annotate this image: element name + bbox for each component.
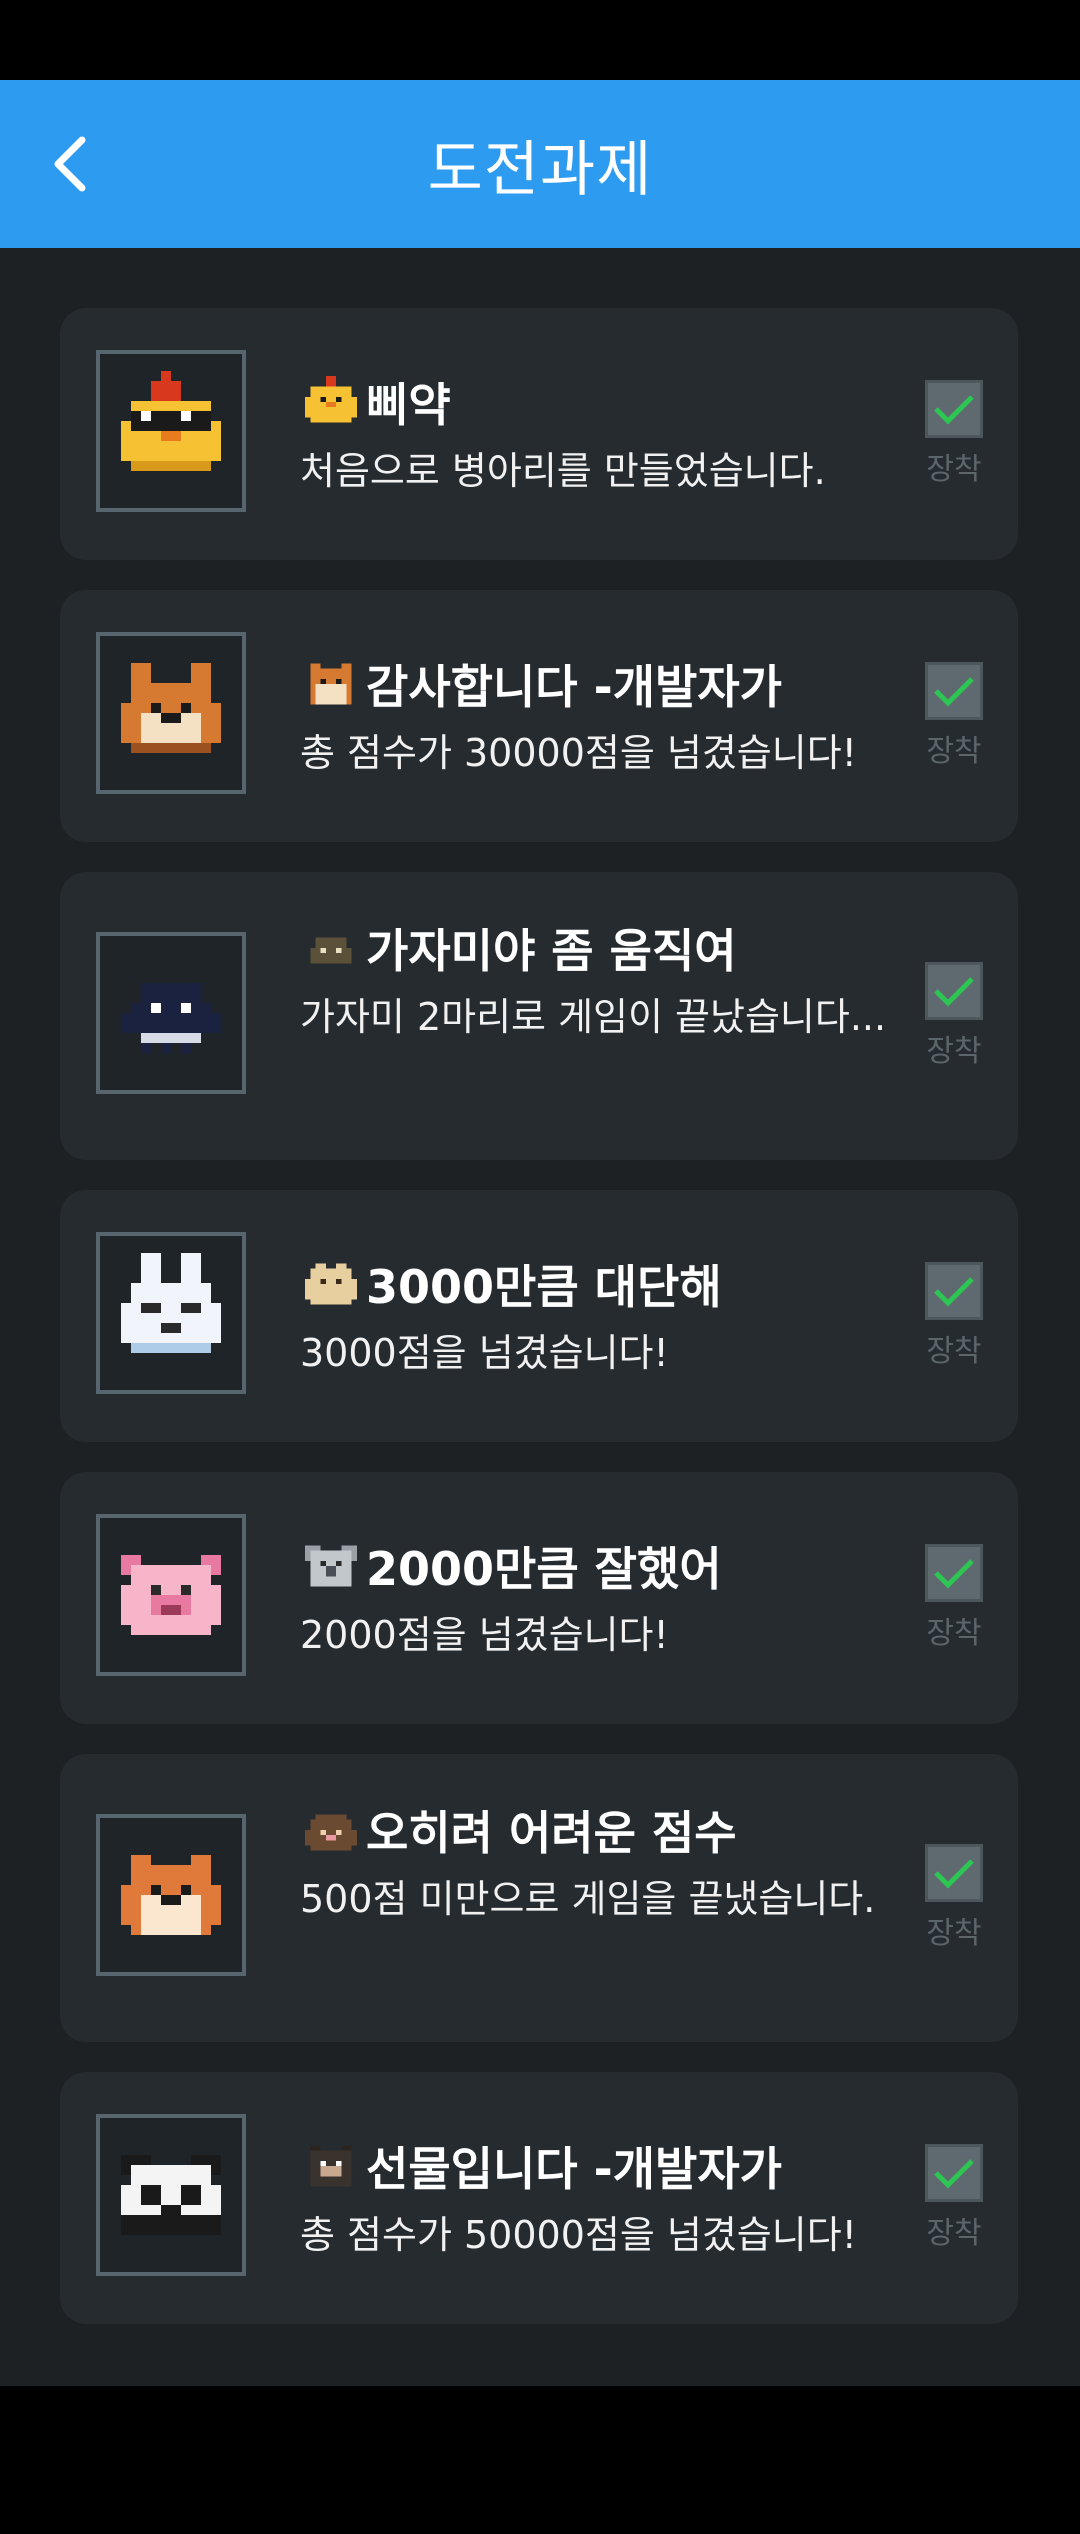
mole-icon bbox=[305, 1814, 357, 1851]
chick-icon bbox=[305, 376, 357, 423]
check-icon bbox=[934, 1859, 974, 1889]
achievement-title: 오히려 어려운 점수 bbox=[366, 1806, 737, 1860]
equip-checkbox[interactable] bbox=[925, 1844, 983, 1902]
equip-toggle[interactable]: 장착 bbox=[922, 1262, 986, 1370]
check-icon bbox=[934, 677, 974, 707]
equip-toggle[interactable]: 장착 bbox=[922, 1844, 986, 1952]
achievement-title: 2000만큼 잘했어 bbox=[366, 1542, 722, 1596]
equip-checkbox[interactable] bbox=[925, 380, 983, 438]
achievement-description: 2000점을 넘겼습니다! bbox=[300, 1613, 669, 1657]
check-icon bbox=[934, 395, 974, 425]
koala-icon bbox=[305, 1545, 357, 1587]
equip-toggle[interactable]: 장착 bbox=[922, 1544, 986, 1652]
equip-checkbox[interactable] bbox=[925, 962, 983, 1020]
equip-toggle[interactable]: 장착 bbox=[922, 662, 986, 770]
equip-label: 장착 bbox=[926, 734, 982, 769]
achievement-description: 가자미 2마리로 게임이 끝났습니다... bbox=[300, 995, 887, 1039]
achievement-description: 총 점수가 50000점을 넘겼습니다! bbox=[300, 2213, 857, 2257]
status-bar bbox=[0, 0, 1080, 80]
achievement-avatar bbox=[96, 1814, 246, 1976]
achievement-description: 처음으로 병아리를 만들었습니다. bbox=[300, 449, 826, 493]
page-title: 도전과제 bbox=[427, 134, 653, 205]
check-icon bbox=[934, 1559, 974, 1589]
equip-label: 장착 bbox=[926, 1034, 982, 1069]
shiba-dog-icon bbox=[310, 663, 352, 705]
equip-label: 장착 bbox=[926, 2216, 982, 2251]
check-icon bbox=[934, 2159, 974, 2189]
panda-icon bbox=[121, 2155, 221, 2235]
rabbit-icon bbox=[121, 1253, 221, 1353]
equip-label: 장착 bbox=[926, 1616, 982, 1651]
achievement-list: 삐약 처음으로 병아리를 만들었습니다. 장착 감사합니다 -개발자가 총 점수… bbox=[0, 248, 1080, 2386]
achievement-card[interactable]: 삐약 처음으로 병아리를 만들었습니다. 장착 bbox=[60, 308, 1018, 560]
equip-checkbox[interactable] bbox=[925, 2144, 983, 2202]
bear-icon bbox=[310, 2145, 352, 2187]
achievement-avatar bbox=[96, 1232, 246, 1394]
equip-toggle[interactable]: 장착 bbox=[922, 962, 986, 1070]
equip-label: 장착 bbox=[926, 1334, 982, 1369]
check-icon bbox=[934, 977, 974, 1007]
achievement-avatar bbox=[96, 2114, 246, 2276]
achievement-card[interactable]: 선물입니다 -개발자가 총 점수가 50000점을 넘겼습니다! 장착 bbox=[60, 2072, 1018, 2324]
equip-toggle[interactable]: 장착 bbox=[922, 2144, 986, 2252]
achievement-title: 가자미야 좀 움직여 bbox=[366, 924, 737, 978]
check-icon bbox=[934, 1277, 974, 1307]
achievement-card[interactable]: 2000만큼 잘했어 2000점을 넘겼습니다! 장착 bbox=[60, 1472, 1018, 1724]
achievement-description: 3000점을 넘겼습니다! bbox=[300, 1331, 669, 1375]
equip-label: 장착 bbox=[926, 452, 982, 487]
achievement-avatar bbox=[96, 932, 246, 1094]
hamster-icon bbox=[305, 1263, 357, 1305]
achievement-title: 3000만큼 대단해 bbox=[366, 1260, 722, 1314]
achievement-title: 삐약 bbox=[366, 378, 451, 432]
navigation-bar bbox=[0, 2386, 1080, 2534]
hamster-icon bbox=[121, 1855, 221, 1935]
pig-icon bbox=[121, 1555, 221, 1635]
achievement-card[interactable]: 감사합니다 -개발자가 총 점수가 30000점을 넘겼습니다! 장착 bbox=[60, 590, 1018, 842]
shiba-dog-icon bbox=[121, 663, 221, 753]
achievement-avatar bbox=[96, 632, 246, 794]
achievement-avatar bbox=[96, 350, 246, 512]
equip-label: 장착 bbox=[926, 1916, 982, 1951]
equip-checkbox[interactable] bbox=[925, 1544, 983, 1602]
achievement-card[interactable]: 오히려 어려운 점수 500점 미만으로 게임을 끝냈습니다. 장착 bbox=[60, 1754, 1018, 2042]
achievement-description: 500점 미만으로 게임을 끝냈습니다. bbox=[300, 1877, 876, 1921]
chick-icon bbox=[121, 371, 221, 471]
equip-checkbox[interactable] bbox=[925, 662, 983, 720]
flatfish-icon bbox=[310, 937, 352, 964]
app-header: 도전과제 bbox=[0, 80, 1080, 248]
achievement-description: 총 점수가 30000점을 넘겼습니다! bbox=[300, 731, 857, 775]
achievement-card[interactable]: 가자미야 좀 움직여 가자미 2마리로 게임이 끝났습니다... 장착 bbox=[60, 872, 1018, 1160]
equip-toggle[interactable]: 장착 bbox=[922, 380, 986, 488]
achievement-title: 선물입니다 -개발자가 bbox=[366, 2142, 782, 2196]
equip-checkbox[interactable] bbox=[925, 1262, 983, 1320]
achievement-avatar bbox=[96, 1514, 246, 1676]
achievement-title: 감사합니다 -개발자가 bbox=[366, 660, 782, 714]
flatfish-icon bbox=[121, 983, 221, 1053]
achievement-card[interactable]: 3000만큼 대단해 3000점을 넘겼습니다! 장착 bbox=[60, 1190, 1018, 1442]
